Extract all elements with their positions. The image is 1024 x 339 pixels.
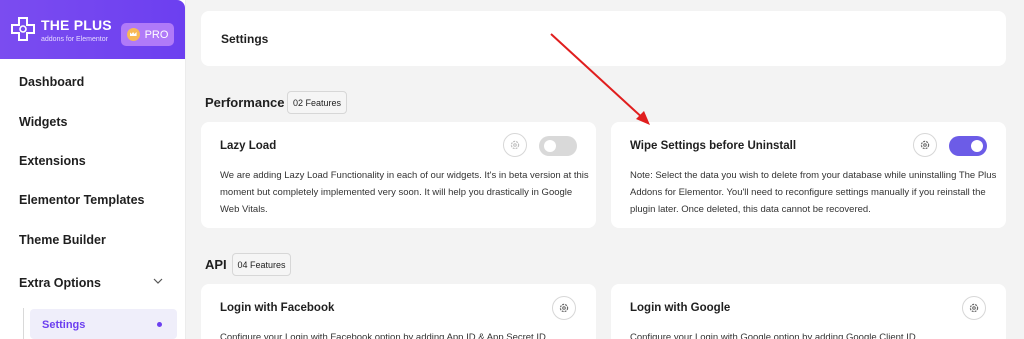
features-count-badge: 04 Features (232, 253, 291, 276)
gear-icon (969, 303, 979, 313)
gear-icon (510, 140, 520, 150)
sidebar-item-elementor-templates[interactable]: Elementor Templates (19, 193, 145, 207)
sidebar-item-theme-builder[interactable]: Theme Builder (19, 233, 106, 247)
brand-subtitle: addons for Elementor (41, 36, 108, 43)
page-title: Settings (221, 32, 269, 46)
card-description-line: plugin later. Once deleted, this data ca… (630, 204, 871, 215)
card-description: We are adding Lazy Load Functionality in… (220, 167, 589, 218)
sidebar-item-extensions[interactable]: Extensions (19, 154, 86, 168)
card-description: Note: Select the data you wish to delete… (630, 167, 996, 218)
card-description: Configure your Login with Google option … (630, 332, 916, 339)
chevron-down-icon[interactable] (153, 276, 163, 286)
card-description: Configure your Login with Facebook optio… (220, 332, 546, 339)
gear-icon (920, 140, 930, 150)
settings-gear-button[interactable] (913, 133, 937, 157)
page-header: Settings (201, 11, 1006, 66)
features-count-badge: 02 Features (287, 91, 347, 114)
card-description-line: Addons for Elementor. You'll need to rec… (630, 187, 986, 198)
lazy-load-toggle[interactable] (539, 136, 577, 156)
toggle-knob (544, 140, 556, 152)
sidebar-subitem-label: Settings (42, 319, 86, 331)
settings-gear-button[interactable] (503, 133, 527, 157)
card-description-line: Web Vitals. (220, 204, 268, 215)
section-title-api: API (205, 257, 227, 272)
card-title: Login with Facebook (220, 302, 335, 314)
wipe-settings-toggle[interactable] (949, 136, 987, 156)
active-dot-icon (157, 322, 162, 327)
feature-card-lazy-load: Lazy Load We are adding Lazy Load Functi… (201, 122, 596, 228)
card-description-line: moment but completely implemented very s… (220, 187, 573, 198)
sidebar: THE PLUS addons for Elementor PRO Dashbo… (0, 0, 186, 339)
toggle-knob (971, 140, 983, 152)
card-title: Lazy Load (220, 140, 277, 152)
settings-gear-button[interactable] (552, 296, 576, 320)
section-title-performance: Performance (205, 95, 285, 110)
settings-gear-button[interactable] (962, 296, 986, 320)
sidebar-item-extra-options[interactable]: Extra Options (19, 276, 101, 290)
gear-icon (559, 303, 569, 313)
card-title: Wipe Settings before Uninstall (630, 140, 797, 152)
submenu-divider (23, 308, 24, 339)
brand-header: THE PLUS addons for Elementor PRO (0, 0, 185, 59)
plus-logo-icon (11, 17, 35, 41)
sidebar-item-widgets[interactable]: Widgets (19, 115, 68, 129)
pro-badge[interactable]: PRO (121, 23, 174, 46)
feature-card-login-facebook: Login with Facebook Configure your Login… (201, 284, 596, 339)
card-description-line: We are adding Lazy Load Functionality in… (220, 170, 589, 181)
crown-icon (126, 28, 140, 41)
feature-card-wipe-settings: Wipe Settings before Uninstall Note: Sel… (611, 122, 1006, 228)
card-description-line: Note: Select the data you wish to delete… (630, 170, 997, 181)
sidebar-subitem-settings[interactable]: Settings (30, 309, 177, 339)
pro-badge-label: PRO (144, 28, 169, 41)
sidebar-item-dashboard[interactable]: Dashboard (19, 75, 84, 89)
brand-title: THE PLUS (41, 17, 112, 33)
card-title: Login with Google (630, 302, 731, 314)
feature-card-login-google: Login with Google Configure your Login w… (611, 284, 1006, 339)
